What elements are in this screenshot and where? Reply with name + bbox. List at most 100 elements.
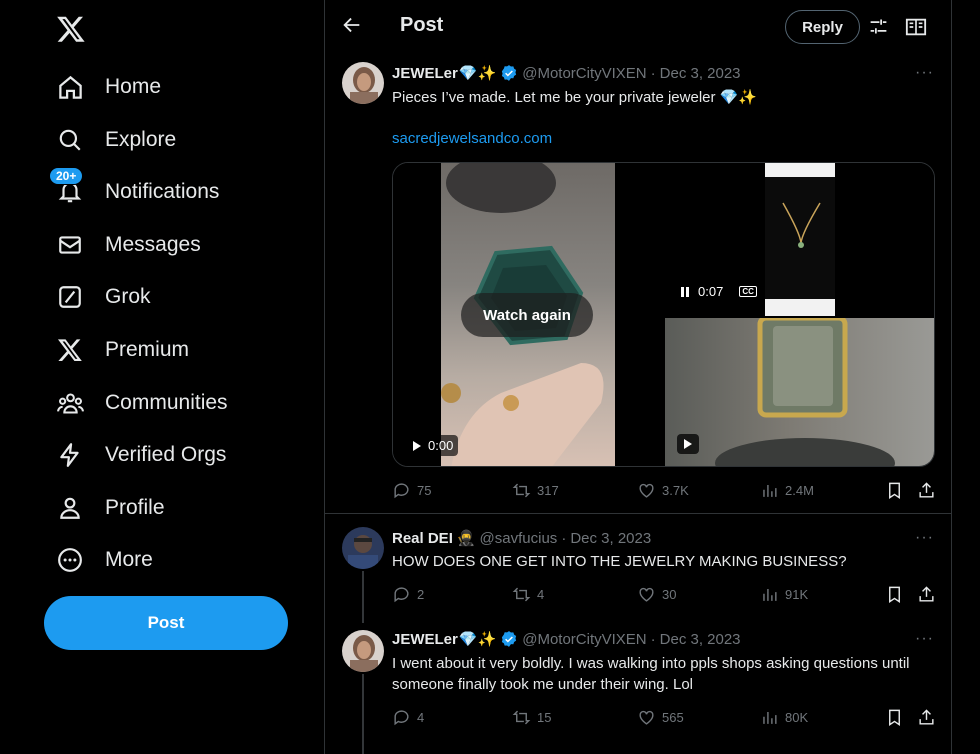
tweet-header: JEWELer 💎✨ @MotorCityVIXEN · Dec 3, 2023 [392, 630, 741, 649]
share-icon[interactable] [917, 585, 942, 604]
views-action[interactable]: 2.4M [760, 481, 814, 500]
tweet-date[interactable]: Dec 3, 2023 [570, 530, 651, 547]
share-icon[interactable] [917, 481, 942, 500]
video-timestamp: 0:00 [407, 435, 459, 456]
more-options-icon[interactable]: ··· [915, 630, 934, 648]
reply-count: 4 [417, 710, 425, 725]
name-emoji: 💎✨ [458, 631, 497, 648]
bookmark-icon[interactable] [885, 481, 910, 500]
repost-icon [512, 710, 531, 725]
like-action[interactable]: 3.7K [637, 481, 689, 500]
media-grid[interactable]: Watch again 0:00 0:07 CC [392, 162, 935, 467]
like-action[interactable]: 565 [637, 708, 684, 727]
grok-icon [56, 283, 84, 311]
views-action[interactable]: 91K [760, 585, 808, 604]
back-arrow-icon[interactable] [341, 14, 365, 38]
nav-label: Notifications [105, 180, 220, 203]
sidebar: Home Explore 20+ Notifications Messages … [0, 0, 324, 754]
bell-icon: 20+ [49, 167, 84, 206]
bookmark-icon[interactable] [885, 708, 910, 727]
video-timestamp: 0:07 CC [675, 281, 762, 302]
like-count: 565 [662, 710, 684, 725]
nav-more[interactable]: More [56, 540, 153, 580]
tweet-text: HOW DOES ONE GET INTO THE JEWELRY MAKING… [392, 553, 847, 570]
reply-action[interactable]: 2 [392, 585, 424, 604]
share-icon[interactable] [917, 708, 942, 727]
play-icon [413, 440, 421, 451]
author-handle[interactable]: @MotorCityVIXEN [522, 631, 646, 648]
nav-label: Messages [105, 233, 201, 256]
reply-icon [394, 483, 409, 499]
tweet-date[interactable]: Dec 3, 2023 [660, 65, 741, 82]
person-icon [56, 494, 84, 522]
page-title: Post [400, 14, 444, 36]
x-logo-icon[interactable] [56, 14, 86, 44]
nav-explore[interactable]: Explore [56, 120, 176, 160]
thread-line [362, 674, 364, 754]
author-name[interactable]: JEWELer [392, 65, 458, 82]
view-count: 91K [785, 587, 809, 602]
tweet-link[interactable]: sacredjewelsandco.com [392, 128, 552, 149]
avatar[interactable] [342, 630, 384, 672]
views-chart-icon [763, 484, 777, 497]
repost-action[interactable]: 4 [512, 585, 544, 604]
closed-captions-icon[interactable]: CC [739, 286, 757, 297]
repost-icon [512, 483, 531, 498]
notification-badge: 20+ [49, 167, 84, 185]
repost-count: 317 [537, 483, 559, 498]
play-icon[interactable] [677, 434, 699, 454]
avatar[interactable] [342, 527, 384, 569]
view-count: 2.4M [785, 483, 814, 498]
tweet-header: Real DEI 🥷 @savfucius · Dec 3, 2023 [392, 529, 652, 548]
reply-count: 2 [417, 587, 425, 602]
video-time: 0:00 [428, 438, 454, 453]
nav-label: Home [105, 75, 162, 98]
nav-verified-orgs[interactable]: Verified Orgs [56, 435, 226, 475]
nav-communities[interactable]: Communities [56, 383, 228, 423]
reply-action[interactable]: 75 [392, 481, 431, 500]
scrollbar[interactable] [953, 0, 980, 754]
nav-profile[interactable]: Profile [56, 488, 165, 528]
filter-settings-icon[interactable] [868, 16, 890, 38]
verified-badge-icon [500, 64, 518, 82]
nav-premium[interactable]: Premium [56, 330, 189, 370]
author-handle[interactable]: @MotorCityVIXEN [522, 65, 646, 82]
nav-messages[interactable]: Messages [56, 225, 201, 265]
repost-action[interactable]: 15 [512, 708, 551, 727]
thread-line [362, 571, 364, 623]
watch-again-button[interactable]: Watch again [461, 293, 593, 337]
more-options-icon[interactable]: ··· [915, 529, 934, 547]
repost-action[interactable]: 317 [512, 481, 559, 500]
tweet-date[interactable]: Dec 3, 2023 [660, 631, 741, 648]
nav-notifications[interactable]: 20+ Notifications [49, 167, 220, 212]
nav-home[interactable]: Home [56, 67, 161, 107]
nav-grok[interactable]: Grok [56, 277, 151, 317]
view-count: 80K [785, 710, 809, 725]
views-chart-icon [763, 711, 777, 724]
tweet-text: Pieces I’ve made. Let me be your private… [392, 89, 758, 106]
author-handle[interactable]: @savfucius [480, 530, 558, 547]
reader-mode-icon[interactable] [905, 16, 927, 38]
nav-label: Explore [105, 128, 177, 151]
video-player-1[interactable]: Watch again 0:00 [393, 163, 663, 466]
like-count: 30 [662, 587, 677, 602]
bookmark-icon[interactable] [885, 585, 910, 604]
repost-count: 15 [537, 710, 552, 725]
more-options-icon[interactable]: ··· [915, 64, 934, 82]
author-name[interactable]: JEWELer [392, 631, 458, 648]
more-circle-icon [56, 546, 84, 574]
video-thumbnail-3[interactable] [665, 318, 934, 466]
views-action[interactable]: 80K [760, 708, 808, 727]
reply-count: 75 [417, 483, 432, 498]
like-action[interactable]: 30 [637, 585, 676, 604]
views-chart-icon [763, 588, 777, 601]
post-button[interactable]: Post [44, 596, 288, 650]
avatar[interactable] [342, 62, 384, 104]
name-emoji: 🥷 [456, 530, 476, 547]
reply-button[interactable]: Reply [785, 10, 860, 44]
nav-label: More [105, 548, 153, 571]
reply-action[interactable]: 4 [392, 708, 424, 727]
heart-icon [639, 483, 654, 498]
author-name[interactable]: Real DEI [392, 530, 453, 547]
video-player-2[interactable]: 0:07 CC [665, 163, 934, 316]
